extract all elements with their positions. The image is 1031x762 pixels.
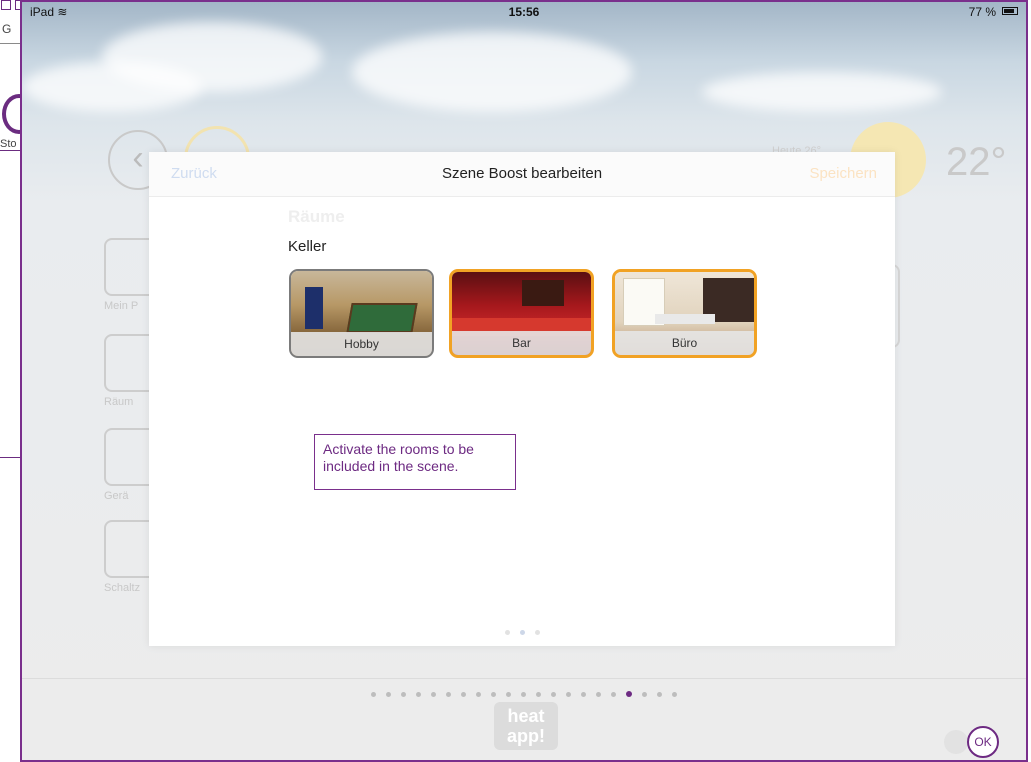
window-button-icon[interactable] <box>1 0 11 10</box>
room-label: Bar <box>452 331 591 355</box>
cloud-decoration <box>352 32 632 112</box>
fragment-text: G <box>2 22 12 36</box>
save-button[interactable]: Speichern <box>809 165 877 182</box>
heat-app-logo: heat app! <box>494 702 558 750</box>
status-bar: iPad ≋ 15:56 77 % <box>22 2 1026 22</box>
page-dot[interactable] <box>536 692 541 697</box>
page-dot[interactable] <box>446 692 451 697</box>
help-icon <box>944 730 968 754</box>
page-dot[interactable] <box>461 692 466 697</box>
page-dot[interactable] <box>551 692 556 697</box>
page-dot[interactable] <box>626 691 632 697</box>
fragment-label: Sto <box>0 138 17 150</box>
pager-dot[interactable] <box>504 630 510 635</box>
room-tile-hobby[interactable]: Hobby <box>289 269 434 358</box>
temperature-display: 22° <box>946 140 1007 184</box>
page-dot[interactable] <box>401 692 406 697</box>
room-label: Büro <box>615 331 754 355</box>
page-dot[interactable] <box>611 692 616 697</box>
page-indicator <box>22 691 1026 697</box>
status-time: 15:56 <box>508 5 540 19</box>
page-dot[interactable] <box>371 692 376 697</box>
ipad-screen: iPad ≋ 15:56 77 % ‹ Heute 26° 22° Mein P… <box>20 0 1028 762</box>
cloud-decoration <box>702 72 942 112</box>
page-dot[interactable] <box>506 692 511 697</box>
room-tile-bar[interactable]: Bar <box>449 269 594 358</box>
page-dot[interactable] <box>416 692 421 697</box>
floor-label: Keller <box>288 238 327 255</box>
pager-dot[interactable] <box>534 630 540 635</box>
page-dot[interactable] <box>642 692 647 697</box>
pager-dot[interactable] <box>519 630 525 635</box>
page-dot[interactable] <box>566 692 571 697</box>
scene-edit-modal: Zurück Szene Boost bearbeiten Speichern … <box>149 152 895 646</box>
page-dot[interactable] <box>581 692 586 697</box>
page-dot[interactable] <box>521 692 526 697</box>
page-dot[interactable] <box>491 692 496 697</box>
page-dot[interactable] <box>657 692 662 697</box>
modal-title: Szene Boost bearbeiten <box>441 165 603 182</box>
cloud-decoration <box>22 62 202 112</box>
page-dot[interactable] <box>596 692 601 697</box>
page-dot[interactable] <box>386 692 391 697</box>
page-dot[interactable] <box>672 692 677 697</box>
battery-percent: 77 % <box>968 5 996 19</box>
room-label: Hobby <box>291 332 432 356</box>
modal-header: Zurück Szene Boost bearbeiten Speichern <box>149 152 895 197</box>
ok-button[interactable]: OK <box>967 726 999 758</box>
section-title: Räume <box>288 207 345 226</box>
instruction-tooltip: Activate the rooms to be included in the… <box>314 434 516 490</box>
divider <box>22 678 1026 679</box>
modal-page-indicator <box>149 630 895 635</box>
battery-icon <box>1002 7 1018 15</box>
page-dot[interactable] <box>431 692 436 697</box>
room-tile-buero[interactable]: Büro <box>612 269 757 358</box>
page-dot[interactable] <box>476 692 481 697</box>
